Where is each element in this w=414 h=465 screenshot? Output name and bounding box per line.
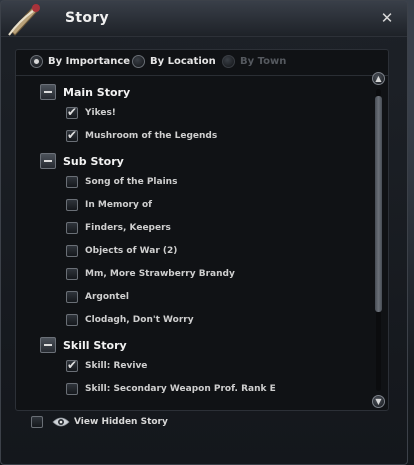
- category-main-story[interactable]: Main Story: [40, 82, 130, 102]
- list-item[interactable]: Clodagh, Don't Worry: [66, 311, 194, 329]
- chevron-up-icon[interactable]: ▲: [372, 72, 385, 85]
- sort-by-town: By Town: [222, 55, 286, 68]
- scroll-thumb[interactable]: [375, 96, 382, 312]
- list-item[interactable]: Argontel: [66, 288, 129, 306]
- radio-button: [222, 55, 235, 68]
- window-title: Story: [65, 10, 109, 26]
- category-label: Skill Story: [63, 338, 127, 352]
- title-bar[interactable]: Story ✕: [1, 1, 407, 37]
- list-item[interactable]: Mm, More Strawberry Brandy: [66, 265, 235, 283]
- checkbox[interactable]: [66, 291, 78, 303]
- item-label: Finders, Keepers: [85, 223, 171, 233]
- item-label: Mushroom of the Legends: [85, 131, 218, 141]
- radio-button[interactable]: [30, 55, 43, 68]
- category-skill-story[interactable]: Skill Story: [40, 335, 127, 355]
- list-item[interactable]: Skill: Revive: [66, 357, 147, 375]
- story-panel: By Importance By Location By Town Main S…: [15, 49, 389, 411]
- view-hidden-label: View Hidden Story: [74, 417, 168, 427]
- item-label: Yikes!: [85, 108, 116, 118]
- collapse-icon[interactable]: [40, 337, 56, 353]
- item-label: Skill: Revive: [85, 361, 148, 371]
- story-window: Story ✕ By Importance By Location By Tow…: [0, 0, 408, 465]
- chevron-down-icon[interactable]: ▼: [372, 395, 385, 408]
- checkbox[interactable]: [66, 358, 78, 372]
- radio-button[interactable]: [132, 55, 145, 68]
- scroll-quill-icon: [8, 4, 40, 36]
- checkbox[interactable]: [66, 245, 78, 257]
- category-sub-story[interactable]: Sub Story: [40, 151, 124, 171]
- sort-by-location[interactable]: By Location: [132, 55, 216, 68]
- list-item[interactable]: Song of the Plains: [66, 173, 177, 191]
- checkbox[interactable]: [66, 128, 78, 142]
- item-label: In Memory of: [85, 200, 153, 210]
- close-icon[interactable]: ✕: [379, 10, 395, 26]
- item-label: Argontel: [85, 292, 129, 302]
- checkbox[interactable]: [66, 222, 78, 234]
- checkbox[interactable]: [66, 314, 78, 326]
- list-item[interactable]: Mushroom of the Legends: [66, 127, 217, 145]
- sort-label: By Town: [240, 56, 287, 67]
- item-label: Skill: Secondary Weapon Prof. Rank E: [85, 384, 276, 394]
- sort-options: By Importance By Location By Town: [16, 50, 388, 76]
- story-list: Main Story Yikes! Mushroom of the Legend…: [16, 77, 366, 411]
- sort-by-importance[interactable]: By Importance: [30, 55, 130, 68]
- view-hidden-toggle[interactable]: View Hidden Story: [31, 413, 168, 431]
- list-item[interactable]: Objects of War (2): [66, 242, 177, 260]
- item-label: Song of the Plains: [85, 177, 178, 187]
- list-item[interactable]: In Memory of: [66, 196, 152, 214]
- list-item[interactable]: Finders, Keepers: [66, 219, 171, 237]
- item-label: Mm, More Strawberry Brandy: [85, 269, 235, 279]
- sort-label: By Importance: [48, 56, 131, 67]
- checkbox[interactable]: [66, 176, 78, 188]
- item-label: Clodagh, Don't Worry: [85, 315, 194, 325]
- category-label: Sub Story: [63, 154, 124, 168]
- checkbox[interactable]: [66, 268, 78, 280]
- checkbox[interactable]: [31, 416, 43, 428]
- eye-icon: [52, 417, 70, 427]
- sort-label: By Location: [150, 56, 216, 67]
- scrollbar[interactable]: ▲ ▼: [372, 72, 385, 408]
- checkbox[interactable]: [66, 199, 78, 211]
- category-label: Main Story: [63, 85, 131, 99]
- item-label: Objects of War (2): [85, 246, 178, 256]
- collapse-icon[interactable]: [40, 84, 56, 100]
- collapse-icon[interactable]: [40, 153, 56, 169]
- checkbox[interactable]: [66, 383, 78, 395]
- list-item[interactable]: Yikes!: [66, 104, 116, 122]
- checkbox[interactable]: [66, 105, 78, 119]
- list-item[interactable]: Skill: Secondary Weapon Prof. Rank E: [66, 380, 276, 398]
